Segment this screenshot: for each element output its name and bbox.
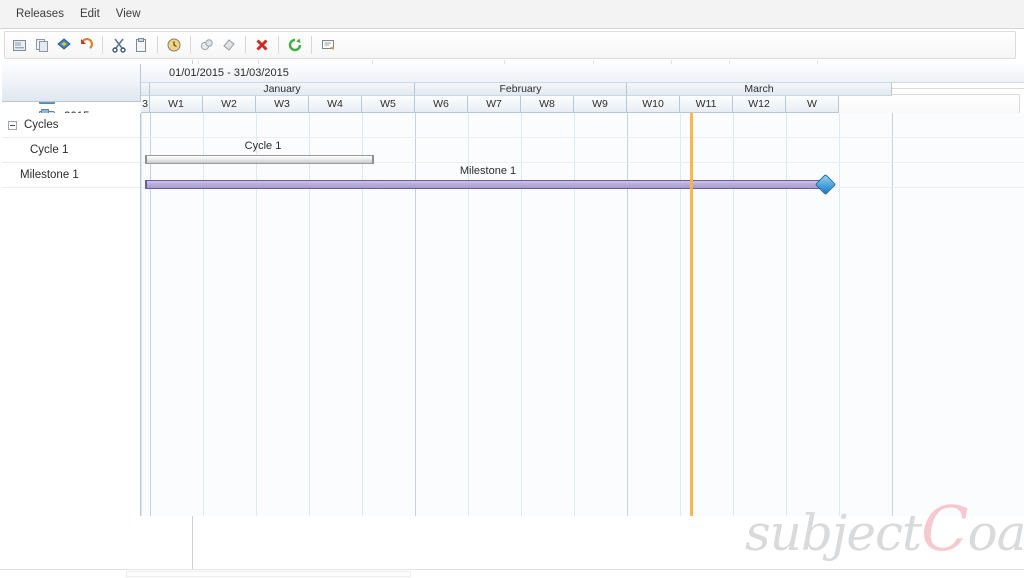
gantt-month-cell [141,83,150,96]
gantt-column-gridline [574,113,575,516]
gantt-column-gridline [521,113,522,516]
gantt-week-header: 3 W1 W2 W3 W4 W5 W6 W7 W8 W9 W10 W11 W12 W [141,96,1024,113]
history-icon[interactable] [163,34,185,56]
milestone-1-bar-label: Milestone 1 [459,165,517,177]
cycle-1-bar-label: Cycle 1 [244,140,282,152]
gantt-week-cell: W5 [362,96,415,113]
gantt-column-gridline [362,113,363,516]
gantt-week-cell: W3 [256,96,309,113]
gantt-task-list: Cycles Cycle 1 Milestone 1 [2,113,141,516]
gantt-month-cell: March [627,83,892,96]
today-line [690,113,693,516]
task-label: Cycles [24,119,59,131]
link-icon[interactable] [196,34,218,56]
gantt-month-header: January February March [141,83,1024,96]
gantt-week-cell: 3 [141,96,150,113]
task-row-cycles[interactable]: Cycles [2,113,140,138]
cycle-1-bar[interactable] [145,155,374,164]
gantt-week-cell: W7 [468,96,521,113]
toolbar-separator [157,36,158,54]
gantt-date-range: 01/01/2015 - 31/03/2015 [141,64,1024,83]
task-row-cycle-1[interactable]: Cycle 1 [2,138,140,163]
milestone-1-bar[interactable] [145,180,825,189]
gantt-column-gridline [256,113,257,516]
gantt-header-corner [2,64,141,102]
copy-icon[interactable] [31,34,53,56]
gantt-week-cell: W10 [627,96,680,113]
gantt-column-gridline [309,113,310,516]
toolbar-separator [190,36,191,54]
collapse-icon[interactable] [8,120,17,130]
menu-bar: Releases Edit View [0,0,1024,29]
gantt-week-cell: W2 [203,96,256,113]
paste-icon[interactable] [130,34,152,56]
notes-icon[interactable] [317,34,339,56]
scrollbar-thumb[interactable] [126,571,411,577]
gantt-month-cell: January [150,83,415,96]
gantt-month-gridline [415,113,416,516]
gantt-week-cell: W8 [521,96,574,113]
gantt-column-gridline [141,113,142,516]
gantt-week-cell: W6 [415,96,468,113]
menu-item-view[interactable]: View [108,6,149,22]
refresh-icon[interactable] [284,34,306,56]
gantt-month-gridline [892,113,893,516]
gantt-column-gridline [680,113,681,516]
gantt-week-cell: W [786,96,839,113]
task-label: Cycle 1 [30,144,69,156]
gantt-column-gridline [733,113,734,516]
toolbar-separator [245,36,246,54]
gantt-month-cell: February [415,83,627,96]
gantt-week-cell: W4 [309,96,362,113]
gantt-grid-body: Cycle 1 Milestone 1 [141,113,1024,516]
undo-icon[interactable] [75,34,97,56]
save-icon[interactable] [53,34,75,56]
gantt-month-gridline [627,113,628,516]
delete-icon[interactable] [251,34,273,56]
gantt-row-gridline [141,137,1024,138]
gantt-week-cell: W9 [574,96,627,113]
gantt-month-gridline [150,113,151,516]
gantt-week-cell: W12 [733,96,786,113]
application-window: Releases Edit View 01/01/2015 - 31/03/20… [0,0,1024,578]
gantt-column-gridline [203,113,204,516]
toolbar-separator [102,36,103,54]
gantt-chart: 01/01/2015 - 31/03/2015 January February M… [2,64,1024,516]
gantt-week-cell: W1 [150,96,203,113]
main-toolbar [4,31,1016,59]
menu-item-releases[interactable]: Releases [8,6,72,22]
task-label: Milestone 1 [20,169,79,181]
milestone-diamond-marker[interactable] [814,173,837,196]
tag-icon[interactable] [218,34,240,56]
new-release-icon[interactable] [9,34,31,56]
toolbar-separator [311,36,312,54]
cut-icon[interactable] [108,34,130,56]
gantt-week-cell: W11 [680,96,733,113]
horizontal-scrollbar[interactable] [0,569,1024,578]
gantt-column-gridline [786,113,787,516]
task-row-milestone-1[interactable]: Milestone 1 [2,163,140,188]
toolbar-separator [278,36,279,54]
menu-item-edit[interactable]: Edit [72,6,108,22]
gantt-column-gridline [839,113,840,516]
